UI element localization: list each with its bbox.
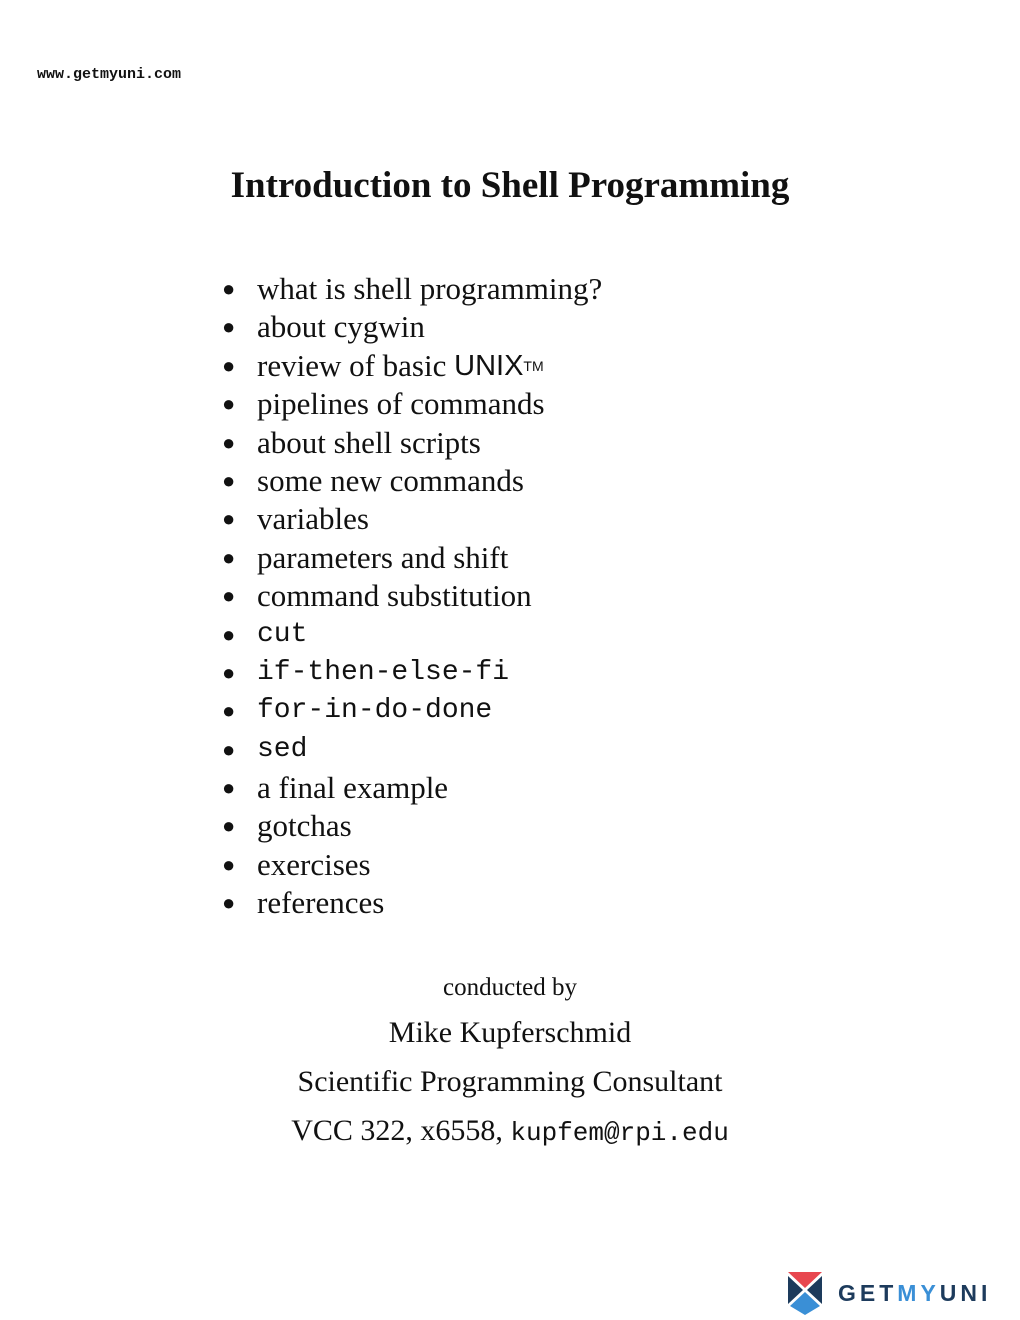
topic-label: gotchas [257, 808, 352, 844]
bullet-icon: ● [222, 583, 236, 609]
topic-item: ● about cygwin [222, 308, 602, 346]
topic-label: some new commands [257, 462, 524, 498]
topic-label: cut [257, 618, 308, 650]
topic-item: ● what is shell programming? [222, 270, 602, 308]
topic-label: review of basic [257, 347, 455, 383]
bullet-icon: ● [222, 698, 236, 724]
bullet-icon: ● [222, 429, 236, 455]
topic-item: ● cut [222, 616, 602, 654]
topic-label: what is shell programming? [257, 271, 603, 306]
bullet-icon: ● [222, 314, 236, 340]
topic-label: if-then-else-fi [257, 656, 510, 688]
bullet-icon: ● [222, 813, 236, 839]
topic-item: ● for-in-do-done [222, 692, 602, 730]
email-link[interactable]: kupfem@rpi.edu [510, 1118, 728, 1148]
topic-item: ● review of basic UNIX TM [222, 347, 602, 385]
topic-item: ● a final example [222, 769, 602, 807]
unix-label: UNIX [454, 349, 524, 382]
contact-prefix: VCC 322, x6558, [291, 1114, 511, 1147]
presenter-role: Scientific Programming Consultant [297, 1065, 723, 1098]
page-title: Introduction to Shell Programming [230, 165, 790, 206]
bullet-icon: ● [222, 851, 236, 877]
topic-label: parameters and shift [257, 539, 509, 575]
bullet-icon: ● [222, 506, 236, 532]
bullet-icon: ● [222, 659, 236, 685]
presenter-contact: VCC 322, x6558, kupfem@rpi.edu [0, 1106, 1020, 1158]
getmyuni-logo[interactable]: GETMYUNI [786, 1270, 991, 1316]
topic-list: ● what is shell programming? ● about cygwin… [222, 270, 602, 923]
credits: conducted by Mike Kupferschmid Scientifi… [0, 968, 1020, 1158]
topic-item: ● exercises [222, 846, 602, 884]
bullet-icon: ● [222, 621, 236, 647]
topic-label: variables [257, 501, 369, 537]
topic-item: ● references [222, 884, 602, 922]
trademark-mark: TM [523, 357, 544, 374]
topic-item: ● some new commands [222, 462, 602, 500]
topic-label: a final example [257, 770, 449, 806]
site-url[interactable]: www.getmyuni.com [37, 66, 181, 83]
topic-item: ● about shell scripts [222, 424, 602, 462]
topic-item: ● pipelines of commands [222, 385, 602, 423]
presenter-name: Mike Kupferschmid [388, 1016, 632, 1049]
shield-icon [788, 1272, 822, 1315]
topic-item: ● command substitution [222, 577, 602, 615]
topic-label: exercises [257, 846, 371, 882]
bullet-icon: ● [222, 890, 236, 916]
bullet-icon: ● [222, 775, 236, 801]
topic-label: about cygwin [257, 309, 425, 345]
topic-item: ● sed [222, 731, 602, 769]
topic-item: ● parameters and shift [222, 539, 602, 577]
topic-item: ● variables [222, 500, 602, 538]
topic-label: command substitution [257, 578, 532, 614]
logo-wordmark: GETMYUNI [838, 1279, 992, 1306]
bullet-icon: ● [222, 391, 236, 417]
topic-item: ● gotchas [222, 807, 602, 845]
conducted-by: conducted by [443, 974, 577, 1001]
bullet-icon: ● [222, 544, 236, 570]
topic-item: ● if-then-else-fi [222, 654, 602, 692]
topic-label: for-in-do-done [257, 695, 493, 727]
topic-label: about shell scripts [257, 424, 481, 460]
bullet-icon: ● [222, 352, 236, 378]
topic-label: sed [257, 733, 308, 765]
bullet-icon: ● [222, 276, 236, 301]
topic-label: references [257, 885, 385, 921]
bullet-icon: ● [222, 736, 236, 762]
topic-label: pipelines of commands [257, 386, 545, 422]
bullet-icon: ● [222, 467, 236, 493]
